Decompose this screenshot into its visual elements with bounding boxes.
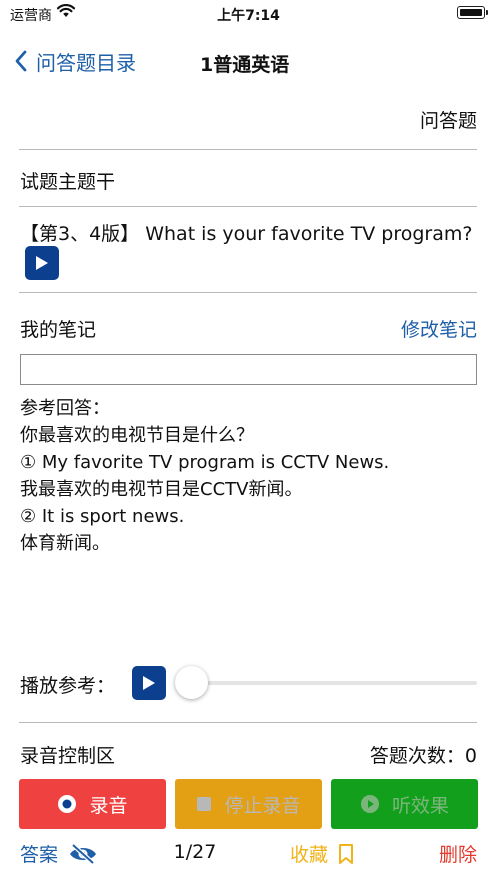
playback-slider-track[interactable] [192,681,477,685]
bottom-bar: 答案 1/27 收藏 删除 [0,838,497,868]
navigation-bar: 问答题目录 1普通英语 [0,40,497,84]
edit-notes-button[interactable]: 修改笔记 [401,315,477,342]
bookmark-icon [339,843,354,864]
divider [19,206,477,207]
play-circle-icon [360,794,380,814]
delete-button[interactable]: 删除 [439,840,477,867]
stop-recording-button[interactable]: 停止录音 [175,779,322,829]
question-text: 【第3、4版】 What is your favorite TV program… [20,223,473,245]
stop-recording-label: 停止录音 [224,794,301,817]
recording-area-label: 录音控制区 [20,745,116,767]
question-type-label: 问答题 [419,110,477,132]
page-title: 1普通英语 [200,54,290,76]
play-icon [36,256,48,270]
record-button[interactable]: 录音 [19,779,166,829]
reference-answer: 参考回答： 你最喜欢的电视节目是什么？ ① My favorite TV pro… [20,395,389,557]
record-icon [57,794,77,814]
answer-line: ① My favorite TV program is CCTV News. [20,452,390,473]
listen-label: 听效果 [391,794,449,817]
listen-button[interactable]: 听效果 [331,779,478,829]
answer-line: 参考回答： [20,398,110,419]
notes-field[interactable] [20,354,477,385]
divider [19,292,477,293]
answer-line: 体育新闻。 [20,533,110,554]
answer-count: 答题次数：0 [369,745,477,767]
record-label: 录音 [89,794,128,817]
battery-icon [457,6,488,19]
favorite-button[interactable]: 收藏 [290,840,354,867]
stop-icon [196,796,212,812]
status-time: 上午7:14 [217,8,280,24]
back-label: 问答题目录 [36,50,136,75]
reference-play-button[interactable] [132,666,166,700]
status-bar: 运营商 上午7:14 [0,0,497,28]
playback-slider-thumb[interactable] [175,666,208,699]
notes-label: 我的笔记 [20,319,97,341]
answer-line: ② It is sport news. [20,506,185,527]
divider [19,149,477,150]
divider [19,722,477,723]
favorite-label: 收藏 [290,844,329,866]
playback-label: 播放参考： [20,675,116,697]
stem-label: 试题主题干 [20,171,116,193]
back-button[interactable]: 问答题目录 [14,46,136,76]
answer-line: 我最喜欢的电视节目是CCTV新闻。 [20,479,303,500]
question-play-button[interactable] [25,246,59,280]
chevron-left-icon [15,50,27,72]
playback-row: 播放参考： [20,666,477,700]
answer-line: 你最喜欢的电视节目是什么？ [20,425,254,446]
play-icon [143,676,155,690]
